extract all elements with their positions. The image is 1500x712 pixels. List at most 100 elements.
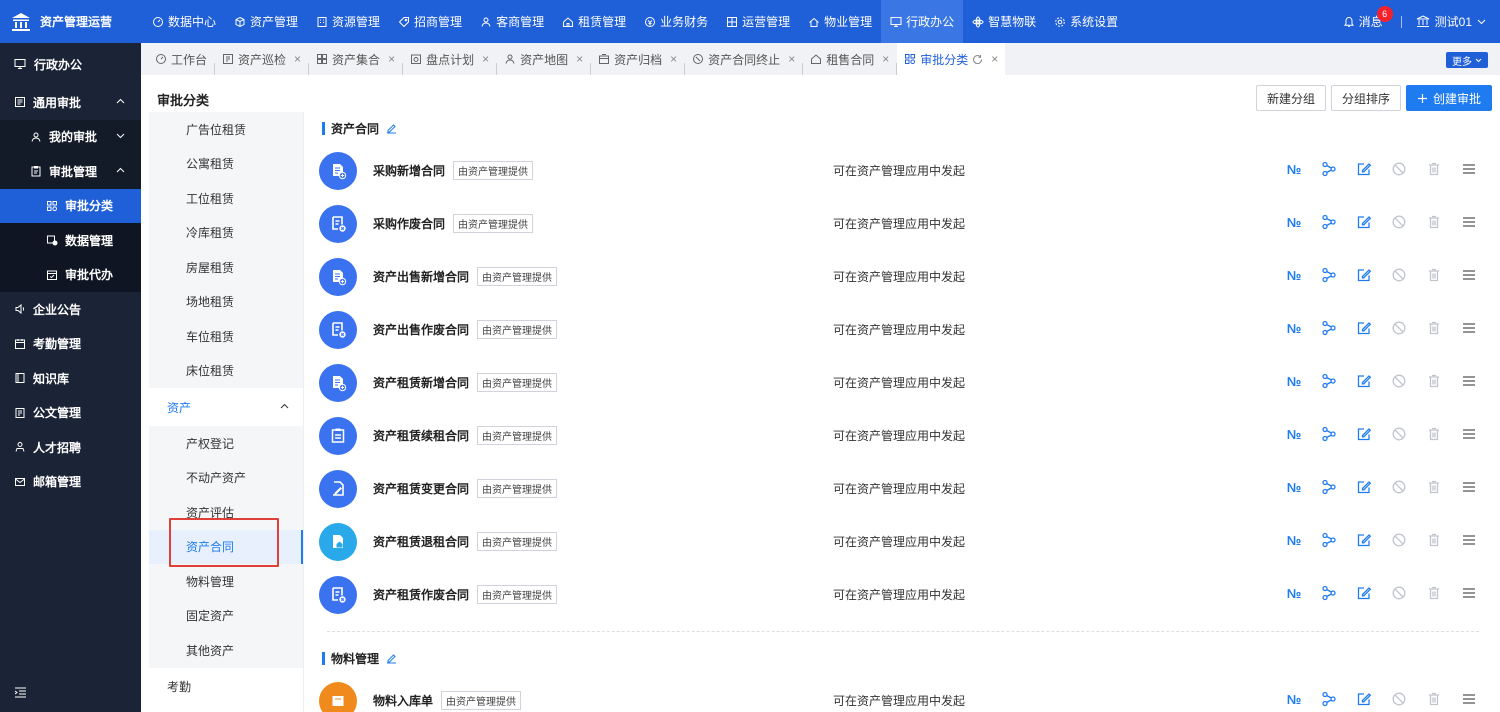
sidebar-item-7[interactable]: 考勤管理 xyxy=(0,327,141,362)
tab-close-icon[interactable]: × xyxy=(788,52,795,66)
approval-row[interactable]: 资产出售作废合同 由资产管理提供 可在资产管理应用中发起 № xyxy=(319,303,1479,356)
category-item[interactable]: 产权登记 xyxy=(149,426,303,461)
number-icon[interactable]: № xyxy=(1286,479,1302,495)
topnav-item-3[interactable]: 招商管理 xyxy=(389,0,471,43)
category-group-asset[interactable]: 资产 xyxy=(149,388,303,426)
sidebar-item-6[interactable]: 企业公告 xyxy=(0,292,141,327)
tab-6[interactable]: 资产合同终止 × xyxy=(685,43,802,75)
sidebar-item-10[interactable]: 人才招聘 xyxy=(0,430,141,465)
flow-icon[interactable] xyxy=(1321,320,1337,336)
sidebar-item-5[interactable]: 审批代办 xyxy=(0,257,141,292)
category-group-attendance[interactable]: 考勤 xyxy=(149,668,303,706)
menu-icon[interactable] xyxy=(1461,426,1477,442)
more-tabs-button[interactable]: 更多 xyxy=(1446,52,1488,68)
category-item[interactable]: 车位租赁 xyxy=(149,319,303,354)
tab-close-icon[interactable]: × xyxy=(482,52,489,66)
create-approval-button[interactable]: 创建审批 xyxy=(1406,85,1492,111)
number-icon[interactable]: № xyxy=(1286,373,1302,389)
menu-icon[interactable] xyxy=(1461,214,1477,230)
sidebar-item-11[interactable]: 邮箱管理 xyxy=(0,465,141,500)
sidebar-item-8[interactable]: 知识库 xyxy=(0,361,141,396)
flow-icon[interactable] xyxy=(1321,532,1337,548)
approval-row[interactable]: 采购新增合同 由资产管理提供 可在资产管理应用中发起 № xyxy=(319,144,1479,197)
menu-icon[interactable] xyxy=(1461,161,1477,177)
approval-row[interactable]: 资产租赁续租合同 由资产管理提供 可在资产管理应用中发起 № xyxy=(319,409,1479,462)
flow-icon[interactable] xyxy=(1321,479,1337,495)
number-icon[interactable]: № xyxy=(1286,320,1302,336)
approval-row[interactable]: 资产租赁变更合同 由资产管理提供 可在资产管理应用中发起 № xyxy=(319,462,1479,515)
edit-icon[interactable] xyxy=(1356,320,1372,336)
sidebar-item-3[interactable]: 审批分类 xyxy=(0,188,141,223)
sidebar-item-4[interactable]: 数据管理 xyxy=(0,223,141,258)
category-item[interactable]: 资产评估 xyxy=(149,495,303,530)
flow-icon[interactable] xyxy=(1321,214,1337,230)
tab-1[interactable]: 资产巡检 × xyxy=(215,43,308,75)
pencil-icon[interactable] xyxy=(385,652,398,665)
flow-icon[interactable] xyxy=(1321,161,1337,177)
topnav-item-7[interactable]: 运营管理 xyxy=(717,0,799,43)
tab-0[interactable]: 工作台 xyxy=(148,43,214,75)
topnav-item-9[interactable]: 行政办公 xyxy=(881,0,964,43)
new-group-button[interactable]: 新建分组 xyxy=(1256,85,1326,111)
topnav-item-5[interactable]: 租赁管理 xyxy=(553,0,635,43)
edit-icon[interactable] xyxy=(1356,161,1372,177)
sidebar-item-2[interactable]: 审批管理 xyxy=(0,154,141,189)
category-item[interactable]: 广告位租赁 xyxy=(149,112,303,147)
number-icon[interactable]: № xyxy=(1286,691,1302,707)
sidebar-item-9[interactable]: 公文管理 xyxy=(0,396,141,431)
number-icon[interactable]: № xyxy=(1286,585,1302,601)
tab-5[interactable]: 资产归档 × xyxy=(591,43,684,75)
category-item[interactable]: 冷库租赁 xyxy=(149,215,303,250)
edit-icon[interactable] xyxy=(1356,426,1372,442)
app-logo[interactable]: 资产管理运营 xyxy=(0,0,141,43)
menu-icon[interactable] xyxy=(1461,320,1477,336)
category-item[interactable]: 房屋租赁 xyxy=(149,250,303,285)
edit-icon[interactable] xyxy=(1356,691,1372,707)
approval-row[interactable]: 资产租赁作废合同 由资产管理提供 可在资产管理应用中发起 № xyxy=(319,568,1479,621)
topnav-item-10[interactable]: 智慧物联 xyxy=(963,0,1045,43)
tab-close-icon[interactable]: × xyxy=(294,52,301,66)
sort-group-button[interactable]: 分组排序 xyxy=(1331,85,1401,111)
tab-close-icon[interactable]: × xyxy=(882,52,889,66)
edit-icon[interactable] xyxy=(1356,267,1372,283)
topnav-item-8[interactable]: 物业管理 xyxy=(799,0,881,43)
number-icon[interactable]: № xyxy=(1286,267,1302,283)
topnav-item-1[interactable]: 资产管理 xyxy=(225,0,307,43)
category-item[interactable]: 公寓租赁 xyxy=(149,146,303,181)
topnav-item-6[interactable]: 业务财务 xyxy=(635,0,717,43)
menu-icon[interactable] xyxy=(1461,373,1477,389)
tab-close-icon[interactable]: × xyxy=(670,52,677,66)
tab-close-icon[interactable]: × xyxy=(388,52,395,66)
number-icon[interactable]: № xyxy=(1286,532,1302,548)
number-icon[interactable]: № xyxy=(1286,161,1302,177)
approval-row[interactable]: 物料入库单 由资产管理提供 可在资产管理应用中发起 № xyxy=(319,674,1479,712)
tab-close-icon[interactable]: × xyxy=(991,52,998,66)
edit-icon[interactable] xyxy=(1356,585,1372,601)
number-icon[interactable]: № xyxy=(1286,426,1302,442)
tab-4[interactable]: 资产地图 × xyxy=(497,43,590,75)
menu-icon[interactable] xyxy=(1461,267,1477,283)
edit-icon[interactable] xyxy=(1356,532,1372,548)
flow-icon[interactable] xyxy=(1321,267,1337,283)
user-menu[interactable]: 测试01 xyxy=(1416,13,1500,30)
topnav-item-2[interactable]: 资源管理 xyxy=(307,0,389,43)
topnav-item-0[interactable]: 数据中心 xyxy=(143,0,225,43)
pencil-icon[interactable] xyxy=(385,122,398,135)
tab-close-icon[interactable]: × xyxy=(576,52,583,66)
tab-2[interactable]: 资产集合 × xyxy=(309,43,402,75)
menu-icon[interactable] xyxy=(1461,532,1477,548)
flow-icon[interactable] xyxy=(1321,373,1337,389)
sidebar-item-1[interactable]: 我的审批 xyxy=(0,119,141,154)
menu-icon[interactable] xyxy=(1461,479,1477,495)
flow-icon[interactable] xyxy=(1321,691,1337,707)
category-item[interactable]: 场地租赁 xyxy=(149,284,303,319)
flow-icon[interactable] xyxy=(1321,585,1337,601)
topnav-item-11[interactable]: 系统设置 xyxy=(1045,0,1127,43)
category-item-active[interactable]: 资产合同 xyxy=(149,529,303,564)
flow-icon[interactable] xyxy=(1321,426,1337,442)
approval-row[interactable]: 资产出售新增合同 由资产管理提供 可在资产管理应用中发起 № xyxy=(319,250,1479,303)
tab-3[interactable]: 盘点计划 × xyxy=(403,43,496,75)
category-item[interactable]: 床位租赁 xyxy=(149,353,303,388)
category-item[interactable]: 其他资产 xyxy=(149,633,303,668)
edit-icon[interactable] xyxy=(1356,214,1372,230)
